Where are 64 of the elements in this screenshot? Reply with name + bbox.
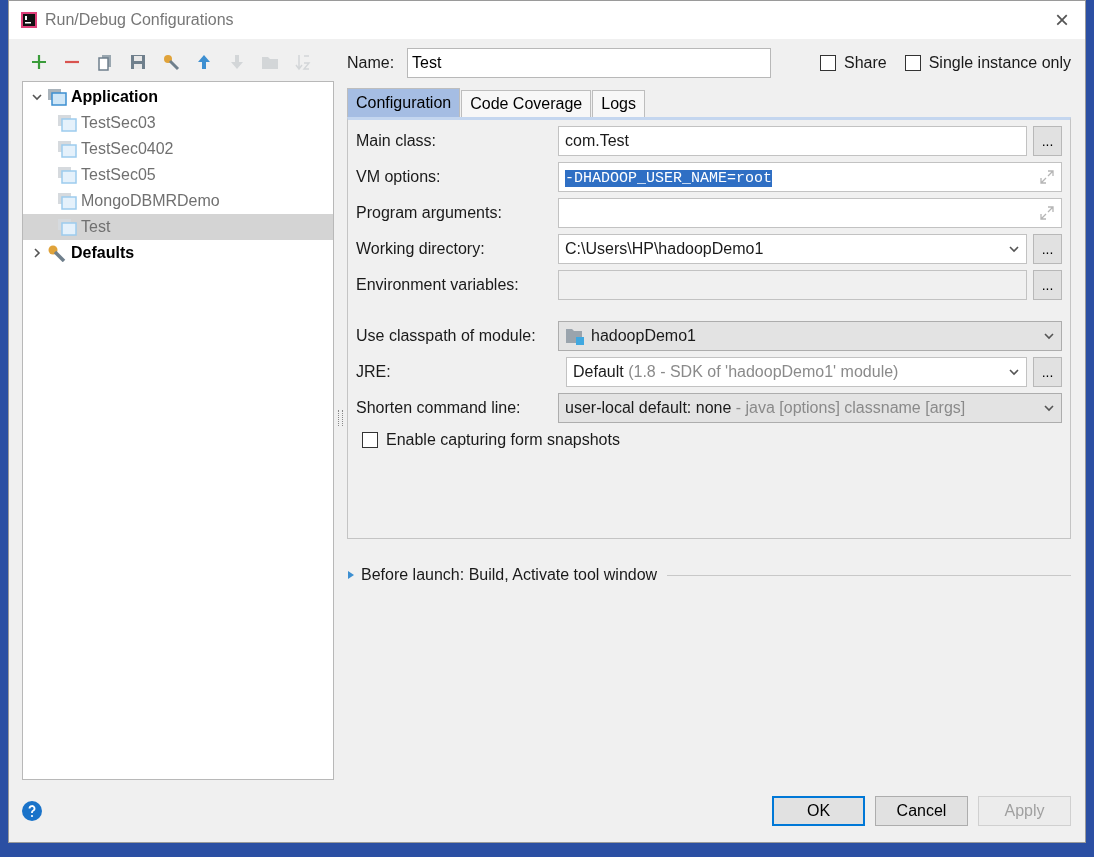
help-icon[interactable] bbox=[22, 801, 42, 821]
browse-button[interactable]: ... bbox=[1033, 270, 1062, 300]
jre-dropdown[interactable]: Default (1.8 - SDK of 'hadoopDemo1' module) bbox=[566, 357, 1027, 387]
save-icon[interactable] bbox=[129, 53, 147, 71]
window-icon bbox=[57, 166, 77, 184]
checkbox[interactable]: Single instance only bbox=[904, 54, 1071, 72]
text-field[interactable]: com.Test bbox=[558, 126, 1027, 156]
chevron-icon[interactable] bbox=[31, 247, 43, 259]
name-field[interactable]: Test bbox=[407, 48, 771, 78]
tab[interactable]: Code Coverage bbox=[461, 90, 592, 117]
expand-icon[interactable] bbox=[1039, 169, 1055, 185]
field-label: Program arguments: bbox=[356, 204, 503, 222]
dialog-button[interactable]: Cancel bbox=[875, 796, 968, 826]
dialog-button[interactable]: OK bbox=[772, 796, 865, 826]
window-icon bbox=[47, 88, 67, 106]
expand-icon[interactable] bbox=[1039, 205, 1055, 221]
window-title: Run/Debug Configurations bbox=[45, 11, 235, 29]
close-button[interactable]: × bbox=[1051, 6, 1073, 34]
text-field[interactable]: -DHADOOP_USER_NAME=root bbox=[558, 162, 1062, 192]
module-dropdown[interactable]: hadoopDemo1 bbox=[558, 321, 1062, 351]
window-icon bbox=[57, 218, 77, 236]
checkbox[interactable]: Share bbox=[820, 54, 887, 72]
browse-button[interactable]: ... bbox=[1033, 357, 1062, 387]
expand-triangle-icon[interactable] bbox=[347, 570, 355, 580]
folder-icon bbox=[565, 327, 585, 345]
chevron-icon[interactable] bbox=[1008, 366, 1020, 378]
tree-item[interactable]: TestSec0402 bbox=[23, 136, 333, 162]
field-label: Environment variables: bbox=[356, 276, 520, 294]
browse-button[interactable]: ... bbox=[1033, 126, 1062, 156]
chevron-icon[interactable] bbox=[1043, 402, 1055, 414]
copy-icon[interactable] bbox=[96, 53, 114, 71]
text-field[interactable] bbox=[558, 198, 1062, 228]
tree-item[interactable]: MongoDBMRDemo bbox=[23, 188, 333, 214]
chevron-icon[interactable] bbox=[1043, 330, 1055, 342]
field-label: Shorten command line: bbox=[356, 399, 522, 417]
tab[interactable]: Configuration bbox=[347, 88, 461, 117]
field-label: Use classpath of module: bbox=[356, 327, 537, 345]
tree-item[interactable]: TestSec03 bbox=[23, 110, 333, 136]
name-label: Name: bbox=[347, 54, 396, 72]
add-icon[interactable] bbox=[30, 53, 48, 71]
tab[interactable]: Logs bbox=[592, 90, 645, 117]
window-icon bbox=[57, 140, 77, 158]
wrench-icon[interactable] bbox=[162, 53, 180, 71]
up-arrow-icon[interactable] bbox=[195, 53, 213, 71]
chevron-icon[interactable] bbox=[1008, 243, 1020, 255]
splitter-handle[interactable] bbox=[338, 409, 343, 426]
combo-field[interactable]: C:\Users\HP\hadoopDemo1 bbox=[558, 234, 1027, 264]
checkbox[interactable]: Enable capturing form snapshots bbox=[362, 431, 620, 449]
shorten-dropdown[interactable]: user-local default: none - java [options] classname [args] bbox=[558, 393, 1062, 423]
tree-item[interactable]: Application bbox=[23, 84, 333, 110]
field-label: Working directory: bbox=[356, 240, 486, 258]
field-label: JRE: bbox=[356, 363, 392, 381]
text-field[interactable] bbox=[558, 270, 1027, 300]
field-label: Main class: bbox=[356, 132, 438, 150]
browse-button[interactable]: ... bbox=[1033, 234, 1062, 264]
window-icon bbox=[57, 114, 77, 132]
chevron-icon[interactable] bbox=[31, 91, 43, 103]
window-icon bbox=[57, 192, 77, 210]
app-logo-icon bbox=[21, 12, 37, 28]
wrench-icon bbox=[47, 244, 67, 262]
before-launch-label[interactable]: Before launch: Build, Activate tool window bbox=[361, 566, 658, 584]
tree-item[interactable]: TestSec05 bbox=[23, 162, 333, 188]
field-label: VM options: bbox=[356, 168, 442, 186]
tree-item[interactable]: Defaults bbox=[23, 240, 333, 266]
